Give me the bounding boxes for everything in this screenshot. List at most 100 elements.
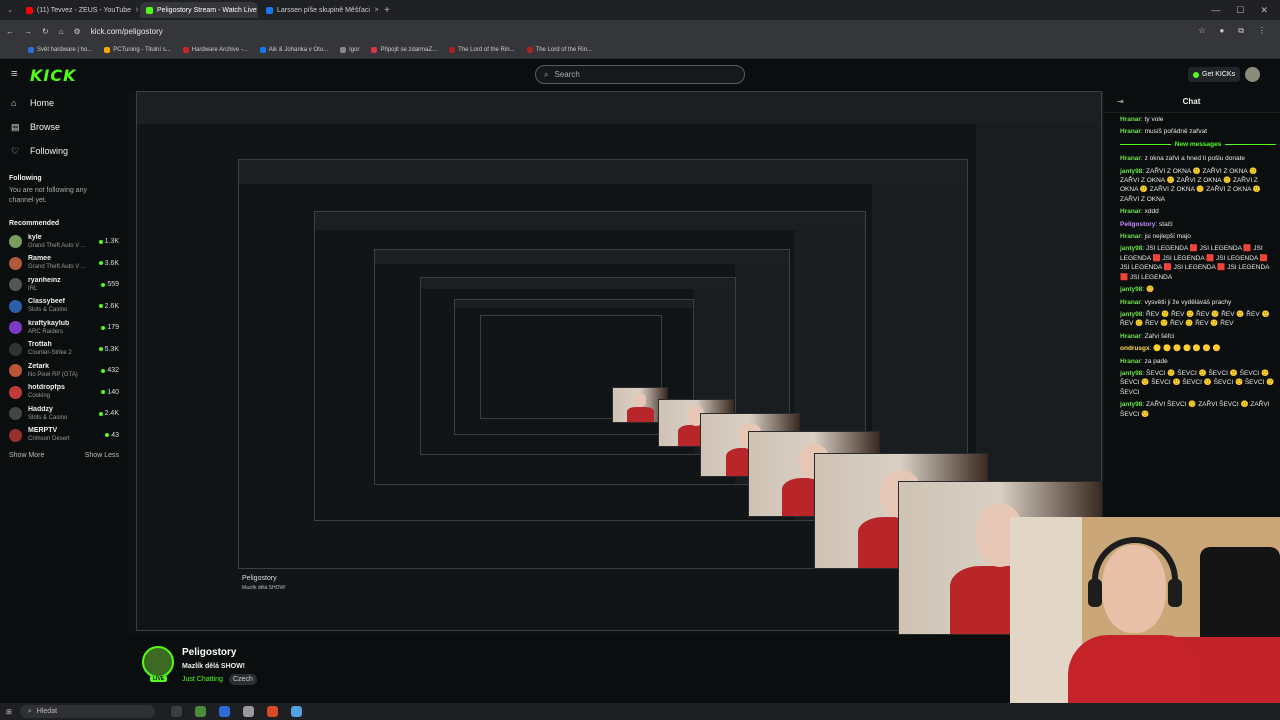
- live-dot-icon: [98, 239, 103, 244]
- taskbar-app-icon[interactable]: [266, 706, 278, 717]
- chat-message: Hranar: jsi nejlepší majo: [1120, 232, 1276, 241]
- tab-search-icon[interactable]: ⌄: [0, 6, 20, 14]
- bookmark-item[interactable]: Hardware Archive -...: [182, 47, 248, 53]
- reload-icon[interactable]: ↻: [42, 27, 49, 36]
- avatar[interactable]: [1245, 67, 1260, 82]
- bookmark-favicon-icon: [28, 47, 34, 53]
- chat-username[interactable]: janty98: [1120, 286, 1142, 293]
- channel-name: MERPTV: [28, 427, 58, 435]
- kick-logo[interactable]: KICK: [30, 66, 77, 85]
- viewer-count: 2.6K: [98, 303, 128, 310]
- taskbar-app-icon[interactable]: [194, 706, 206, 717]
- chat-text: za pade: [1144, 357, 1168, 365]
- channel-item[interactable]: Ramee Grand Theft Auto V ... 3.6K: [0, 253, 128, 275]
- chat-username[interactable]: janty98: [1120, 370, 1142, 377]
- new-tab-button[interactable]: +: [380, 5, 394, 16]
- taskbar-search[interactable]: ⌕ Hledat: [19, 705, 155, 718]
- channel-item[interactable]: kyle Grand Theft Auto V ... 1.3K: [0, 231, 128, 253]
- chat-username[interactable]: ondrusgx: [1120, 345, 1150, 352]
- bookmark-item[interactable]: Aik & Johanka v Otu...: [259, 47, 328, 53]
- viewer-count: 1.3K: [98, 238, 128, 245]
- sidebar-item-home[interactable]: ⌂ Home: [0, 91, 128, 115]
- site-info-icon[interactable]: ⚙: [74, 27, 81, 36]
- chat-message: Hranar: xddd: [1120, 207, 1276, 216]
- viewer-count-value: 179: [107, 324, 119, 332]
- channel-item[interactable]: Haddzy Slots & Casino 2.4K: [0, 403, 128, 425]
- browser-tab[interactable]: (11) Tevvez - ZEUS - YouTube ✕: [20, 2, 138, 18]
- channel-item[interactable]: Classybeef Slots & Casino 2.6K: [0, 296, 128, 318]
- chat-username[interactable]: Hranar: [1120, 208, 1141, 215]
- channel-name: kyle: [28, 233, 42, 241]
- start-icon[interactable]: ⊞: [6, 708, 12, 716]
- close-window-icon[interactable]: ✕: [1260, 5, 1268, 16]
- extension-icon[interactable]: ●: [1219, 26, 1224, 36]
- tab-title: (11) Tevvez - ZEUS - YouTube: [37, 6, 132, 14]
- channel-item[interactable]: MERPTV Crimson Desert 43: [0, 425, 128, 447]
- taskbar-app-icon[interactable]: [242, 706, 254, 717]
- stream-category[interactable]: Just Chatting: [182, 676, 223, 683]
- bookmark-item[interactable]: The Lord of the Rin...: [526, 47, 592, 53]
- video-player[interactable]: Peligostory Mazlík dělá SHOW!: [128, 91, 1102, 635]
- webcam-headphone-left: [1088, 579, 1102, 607]
- chat-username[interactable]: Hranar: [1120, 299, 1141, 306]
- bookmark-item[interactable]: Připojit se zdarmaZ...: [371, 47, 437, 53]
- maximize-icon[interactable]: ☐: [1236, 5, 1244, 16]
- sidebar-item-browse[interactable]: ▤ Browse: [0, 115, 128, 139]
- home-icon[interactable]: ⌂: [59, 27, 64, 36]
- chat-username[interactable]: Hranar: [1120, 155, 1141, 162]
- show-less-button[interactable]: Show Less: [85, 452, 119, 459]
- chat-username[interactable]: janty98: [1120, 168, 1142, 175]
- chat-username[interactable]: janty98: [1120, 311, 1142, 318]
- extensions-icon[interactable]: ⧉: [1238, 26, 1244, 36]
- chat-username[interactable]: Hranar: [1120, 128, 1141, 135]
- chat-username[interactable]: Hranar: [1120, 358, 1141, 365]
- sidebar-item-following[interactable]: ♡ Following: [0, 139, 128, 163]
- bookmark-favicon-icon: [371, 47, 378, 53]
- channel-item[interactable]: hotdropfps Cooking 140: [0, 382, 128, 404]
- bookmark-favicon-icon: [259, 47, 266, 53]
- chat-username[interactable]: Hranar: [1120, 116, 1141, 123]
- streamer-avatar[interactable]: LIVE: [142, 646, 174, 682]
- bookmark-item[interactable]: The Lord of the Rin...: [449, 47, 515, 53]
- browser-tab[interactable]: Larssen píše skupině Měšťaci ✕: [260, 2, 378, 18]
- url-field[interactable]: kick.com/peligostory: [91, 27, 163, 36]
- channel-item[interactable]: ryanheinz IRL 559: [0, 274, 128, 296]
- channel-item[interactable]: Zetark No Pixel RP (GTA) 432: [0, 360, 128, 382]
- chat-message: Hranar: za pade: [1120, 357, 1276, 366]
- taskbar-app-icon[interactable]: [290, 706, 302, 717]
- taskbar-app-icon[interactable]: [218, 706, 230, 717]
- chat-text: 🙂: [1146, 286, 1155, 294]
- chat-message: janty98: ZAŘVI Z OKNA 🙂 ZAŘVI Z OKNA 🙂 Z…: [1120, 167, 1276, 205]
- tab-close-icon[interactable]: ✕: [135, 6, 138, 14]
- chat-title: Chat: [1182, 97, 1201, 106]
- menu-icon[interactable]: ⋮: [1258, 26, 1266, 36]
- bookmark-star-icon[interactable]: ☆: [1198, 26, 1205, 36]
- browser-tab[interactable]: Peligostory Stream - Watch Live✕: [140, 2, 258, 18]
- channel-item[interactable]: Trottah Counter-Strike 2 5.3K: [0, 339, 128, 361]
- hamburger-menu-icon[interactable]: ≡: [11, 69, 21, 80]
- taskbar-app-icon[interactable]: [170, 706, 182, 717]
- tab-title: Larssen píše skupině Měšťaci: [277, 6, 370, 14]
- channel-name: Zetark: [28, 362, 50, 370]
- sidebar-nav: ⌂ Home ▤ Browse ♡ Following: [0, 91, 128, 163]
- streamer-name[interactable]: Peligostory: [182, 647, 236, 658]
- viewer-count-value: 5.3K: [104, 345, 119, 353]
- bookmark-item[interactable]: Igor: [340, 47, 359, 53]
- collapse-chat-icon[interactable]: ⇥: [1117, 97, 1124, 106]
- get-kicks-button[interactable]: Get KICKs: [1188, 67, 1241, 82]
- forward-icon[interactable]: →: [24, 27, 32, 36]
- channel-item[interactable]: kraftykaylub ARC Raiders 179: [0, 317, 128, 339]
- chat-username[interactable]: janty98: [1120, 401, 1142, 408]
- stream-tag[interactable]: Czech: [229, 674, 257, 685]
- chat-username[interactable]: Hranar: [1120, 333, 1141, 340]
- show-more-button[interactable]: Show More: [9, 452, 44, 459]
- bookmark-item[interactable]: Svět hardware | ho...: [28, 47, 92, 53]
- minimize-icon[interactable]: —: [1211, 5, 1220, 16]
- chat-username[interactable]: Hranar: [1120, 233, 1141, 240]
- bookmark-item[interactable]: PCTuning - Titulní s...: [104, 47, 171, 53]
- back-icon[interactable]: ←: [6, 27, 14, 36]
- tab-close-icon[interactable]: ✕: [374, 6, 378, 14]
- search-input[interactable]: ⌕ Search: [535, 65, 745, 84]
- chat-username[interactable]: Peligostory: [1120, 221, 1155, 228]
- chat-username[interactable]: janty98: [1120, 245, 1142, 252]
